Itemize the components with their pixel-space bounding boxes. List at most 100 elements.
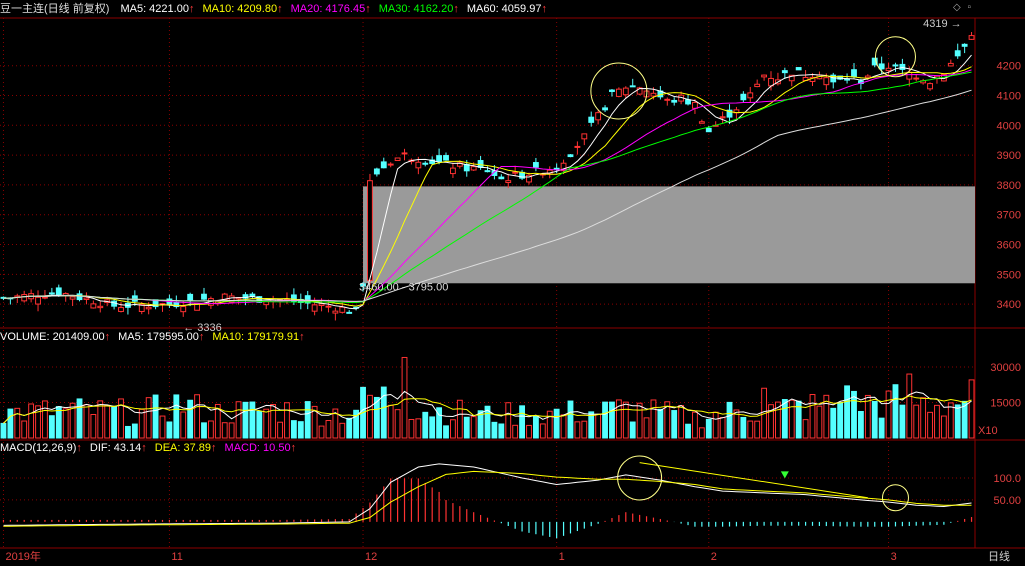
candle-body [394, 157, 401, 162]
volume-bar [857, 411, 864, 439]
volume-bar [920, 397, 927, 439]
candle-body [450, 167, 456, 175]
candle-body [83, 297, 90, 300]
volume-bar [968, 379, 975, 439]
volume-bar [456, 399, 463, 439]
volume-bar [166, 421, 173, 439]
volume-bar [290, 420, 297, 439]
volume-bar [55, 406, 62, 439]
volume-bar [595, 413, 602, 439]
candle-body [339, 306, 346, 313]
volume-bar [450, 419, 456, 439]
price-tick-label: 3700 [997, 210, 1021, 222]
candle-body [781, 70, 788, 74]
volume-bar [173, 394, 180, 439]
volume-bar [422, 411, 429, 439]
volume-bar [726, 401, 733, 439]
up-arrow-icon: ↑ [141, 442, 147, 454]
candle-body [387, 163, 394, 166]
volume-bar [131, 423, 138, 439]
volume-value-1: MA5: 179595.00↑ [118, 331, 205, 343]
volume-bar [429, 416, 436, 439]
macd-value-3: MACD: 10.50↑ [224, 442, 297, 454]
diamond-icon[interactable]: ◇ [953, 2, 961, 13]
volume-bar [740, 416, 747, 439]
candle-body [650, 92, 657, 97]
volume-bar [415, 418, 422, 439]
candle-body [436, 155, 443, 162]
candle-body [629, 85, 636, 88]
candle-body [118, 307, 124, 312]
candle-body [90, 303, 97, 309]
volume-bar [76, 398, 83, 439]
volume-bar [180, 411, 187, 439]
volume-bar [194, 394, 200, 439]
range-label: 3460.00 - 3795.00 [359, 281, 448, 293]
volume-bar [712, 411, 719, 439]
macd-value-0: MACD(12,26,9)↑ [0, 442, 82, 454]
volume-bar [816, 405, 823, 439]
volume-bar [581, 420, 588, 439]
candle-body [97, 305, 104, 309]
date-tick-label: 2019年 [5, 549, 40, 563]
candle-body [332, 310, 339, 314]
square-icon[interactable]: ▫ [967, 2, 971, 13]
volume-bar [567, 400, 574, 439]
volume-tick-label: 30000 [990, 362, 1021, 374]
candle-body [602, 107, 608, 111]
candle-body [615, 88, 622, 97]
up-arrow-icon: ↑ [188, 3, 195, 15]
date-tick-label: 11 [171, 551, 182, 563]
volume-bar [346, 417, 353, 439]
kline-chart[interactable]: 3400 3500 3600 3700 3800 3900 4000 4100 4200 1500… [0, 0, 1025, 566]
price-tick-label: 4000 [997, 120, 1021, 132]
price-tick-label: 3500 [997, 269, 1021, 281]
candle-body [187, 293, 194, 301]
candle-body [532, 162, 539, 168]
volume-bar [104, 404, 111, 439]
volume-bar [678, 405, 685, 439]
price-tick-label: 4200 [997, 61, 1021, 73]
candle-body [21, 294, 28, 302]
candle-body [346, 311, 353, 314]
candle-body [892, 64, 899, 67]
volume-scale-label: X10 [978, 425, 998, 437]
volume-bar [906, 373, 913, 439]
candle-body [505, 180, 512, 183]
volume-bar [491, 421, 498, 439]
volume-bar [526, 424, 532, 439]
volume-bar [159, 415, 166, 439]
candle-body [947, 62, 954, 67]
volume-bar [657, 408, 664, 439]
volume-bar [519, 405, 525, 439]
candle-body [201, 293, 207, 300]
candle-body [906, 71, 913, 80]
candle-body [35, 296, 41, 305]
candle-body [664, 98, 671, 101]
candle-body [851, 69, 857, 78]
volume-bar [145, 397, 152, 439]
volume-bar [221, 422, 228, 439]
volume-bar [954, 404, 961, 439]
volume-bar [21, 420, 28, 439]
volume-bar [284, 402, 290, 439]
date-tick-label: 2 [711, 551, 717, 563]
volume-bar [851, 390, 857, 439]
volume-bar [463, 416, 470, 439]
macd-header: MACD(12,26,9)↑ DIF: 43.14↑ DEA: 37.89↑ MACD… [0, 440, 304, 456]
volume-bar [498, 423, 505, 439]
range-box [363, 186, 975, 284]
volume-bar [0, 422, 7, 439]
candle-body [754, 83, 761, 88]
volume-bar [90, 413, 97, 439]
volume-bar [201, 422, 207, 439]
candle-body [913, 77, 920, 80]
window-controls[interactable]: ◇ ▫ [949, 2, 971, 13]
price-header: 豆一主连(日线 前复权) MA5: 4221.00↑ MA10: 4209.80↑… [0, 1, 563, 17]
volume-bar [228, 422, 235, 439]
volume-bar [325, 420, 332, 439]
volume-bar [809, 394, 816, 439]
volume-bar [28, 403, 35, 439]
volume-bar [650, 399, 657, 439]
volume-bar [125, 425, 131, 439]
